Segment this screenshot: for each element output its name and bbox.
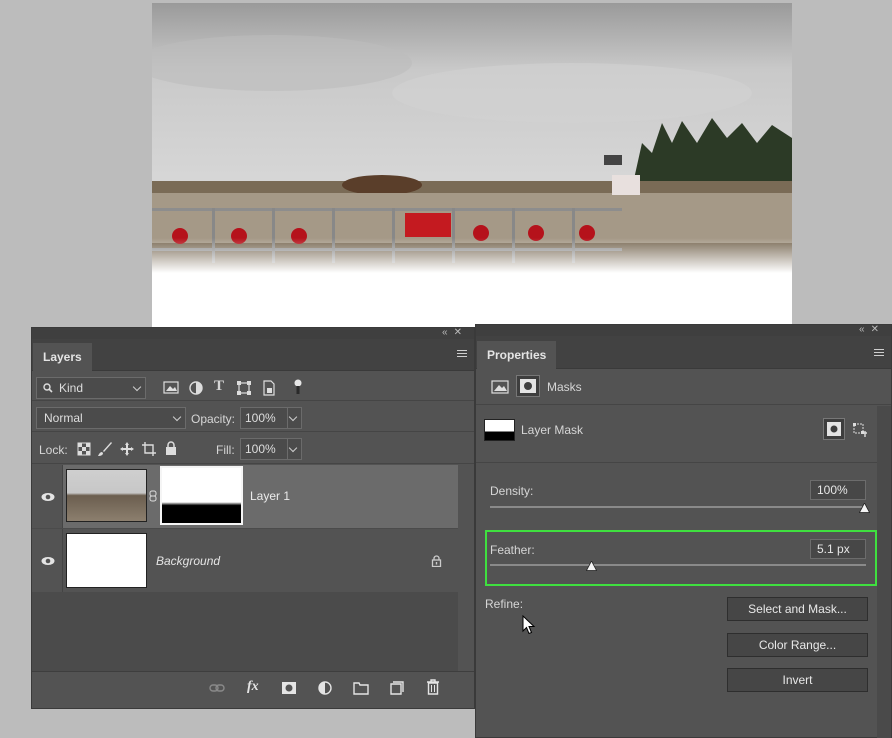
mask-link-icon[interactable] — [149, 490, 157, 502]
fill-label: Fill: — [216, 443, 235, 457]
link-icon[interactable] — [209, 680, 225, 696]
opacity-value: 100% — [245, 411, 276, 425]
kind-filter-value: Kind — [59, 381, 84, 395]
properties-tabrow: Properties — [476, 336, 891, 369]
opacity-field[interactable]: 100% — [240, 407, 302, 429]
properties-scrollbar[interactable] — [877, 406, 891, 738]
adjustment-icon[interactable] — [317, 680, 333, 696]
layer-mask-row: Layer Mask — [476, 406, 877, 463]
tab-layers[interactable]: Layers — [33, 343, 92, 371]
select-and-mask-button[interactable]: Select and Mask... — [727, 597, 868, 621]
layers-panel: «✕ Layers Kind T Normal Opacity: 100% Lo… — [31, 327, 475, 709]
pixel-mask-button[interactable] — [823, 418, 845, 440]
opacity-label: Opacity: — [191, 412, 236, 426]
masks-section-label: Masks — [547, 380, 582, 394]
pixel-mask-icon — [827, 422, 841, 436]
layer-name[interactable]: Layer 1 — [250, 489, 290, 503]
fill-value: 100% — [245, 442, 276, 456]
layer-mask-preview — [484, 419, 515, 441]
folder-icon[interactable] — [353, 680, 369, 696]
lock-position-icon[interactable] — [119, 441, 135, 457]
layers-footer: fx — [32, 671, 474, 703]
blend-mode-dropdown[interactable]: Normal — [36, 407, 186, 429]
feather-label: Feather: — [490, 543, 535, 557]
search-icon — [43, 383, 53, 393]
layer-name[interactable]: Background — [156, 554, 220, 568]
density-value: 100% — [817, 483, 848, 497]
shape-filter-icon[interactable] — [236, 380, 252, 396]
panel-topbar: «✕ — [32, 327, 474, 339]
collapse-close-icon[interactable]: «✕ — [859, 324, 885, 335]
filter-toggle-icon[interactable] — [294, 379, 302, 395]
smart-object-filter-icon[interactable] — [261, 380, 277, 396]
collapse-close-icon[interactable]: «✕ — [442, 327, 468, 338]
blend-mode-value: Normal — [44, 411, 83, 425]
layer-list: Layer 1 Background — [32, 465, 474, 671]
refine-label: Refine: — [485, 597, 524, 611]
layers-scrollbar[interactable] — [458, 465, 474, 671]
layer-thumbnail — [66, 533, 147, 588]
feather-value: 5.1 px — [817, 542, 850, 556]
density-value-field[interactable]: 100% — [810, 480, 866, 500]
lock-transparent-icon[interactable] — [76, 441, 92, 457]
lock-row: Lock: Fill: 100% — [32, 433, 474, 464]
feather-slider[interactable] — [490, 564, 866, 566]
canvas-photo — [152, 3, 792, 273]
new-layer-icon[interactable] — [389, 680, 405, 696]
density-slider-thumb[interactable] — [858, 503, 870, 513]
layer-lock-icon[interactable] — [431, 555, 442, 567]
vector-mask-icon[interactable] — [852, 422, 867, 437]
trash-icon[interactable] — [425, 679, 441, 695]
panel-topbar: «✕ — [476, 324, 891, 336]
properties-panel: «✕ Properties Masks Layer Mask Density: … — [475, 324, 892, 738]
color-range-button[interactable]: Color Range... — [727, 633, 868, 657]
layer-row-layer-1[interactable]: Layer 1 — [32, 465, 458, 528]
blend-row: Normal Opacity: 100% — [32, 402, 474, 432]
masks-icon-button[interactable] — [516, 375, 540, 397]
kind-filter-dropdown[interactable]: Kind — [36, 377, 146, 399]
document-canvas[interactable] — [152, 3, 792, 329]
fill-field[interactable]: 100% — [240, 438, 302, 460]
feather-value-field[interactable]: 5.1 px — [810, 539, 866, 559]
panel-menu-icon[interactable] — [457, 350, 467, 359]
layer-row-background[interactable]: Background — [32, 529, 458, 592]
lock-label: Lock: — [39, 443, 68, 457]
invert-button[interactable]: Invert — [727, 668, 868, 692]
filter-row: Kind T — [32, 371, 474, 401]
density-slider[interactable] — [490, 506, 866, 508]
lock-all-icon[interactable] — [163, 440, 179, 456]
feather-slider-thumb[interactable] — [586, 561, 598, 571]
lock-pixels-brush-icon[interactable] — [97, 441, 113, 457]
layer-mask-thumbnail[interactable] — [160, 466, 243, 525]
visibility-eye-icon[interactable] — [41, 556, 55, 566]
mouse-cursor-icon — [522, 615, 536, 635]
layers-tabrow: Layers — [32, 339, 474, 371]
mask-icon — [520, 379, 536, 393]
panel-menu-icon[interactable] — [874, 349, 884, 358]
properties-content: Layer Mask Density: 100% Feather: 5.1 px… — [476, 406, 877, 738]
type-filter-icon[interactable]: T — [214, 378, 224, 395]
pixel-properties-icon[interactable] — [491, 379, 509, 395]
lock-artboard-icon[interactable] — [141, 441, 157, 457]
layer-thumbnail — [66, 469, 147, 522]
layer-mask-label: Layer Mask — [521, 423, 584, 437]
fx-icon[interactable]: fx — [247, 679, 259, 695]
adjustment-filter-icon[interactable] — [188, 380, 204, 396]
tab-properties[interactable]: Properties — [477, 341, 557, 369]
density-label: Density: — [490, 484, 534, 498]
visibility-eye-icon[interactable] — [41, 492, 55, 502]
pixel-filter-icon[interactable] — [163, 380, 179, 396]
masks-header: Masks — [476, 370, 891, 405]
add-mask-icon[interactable] — [281, 680, 297, 696]
